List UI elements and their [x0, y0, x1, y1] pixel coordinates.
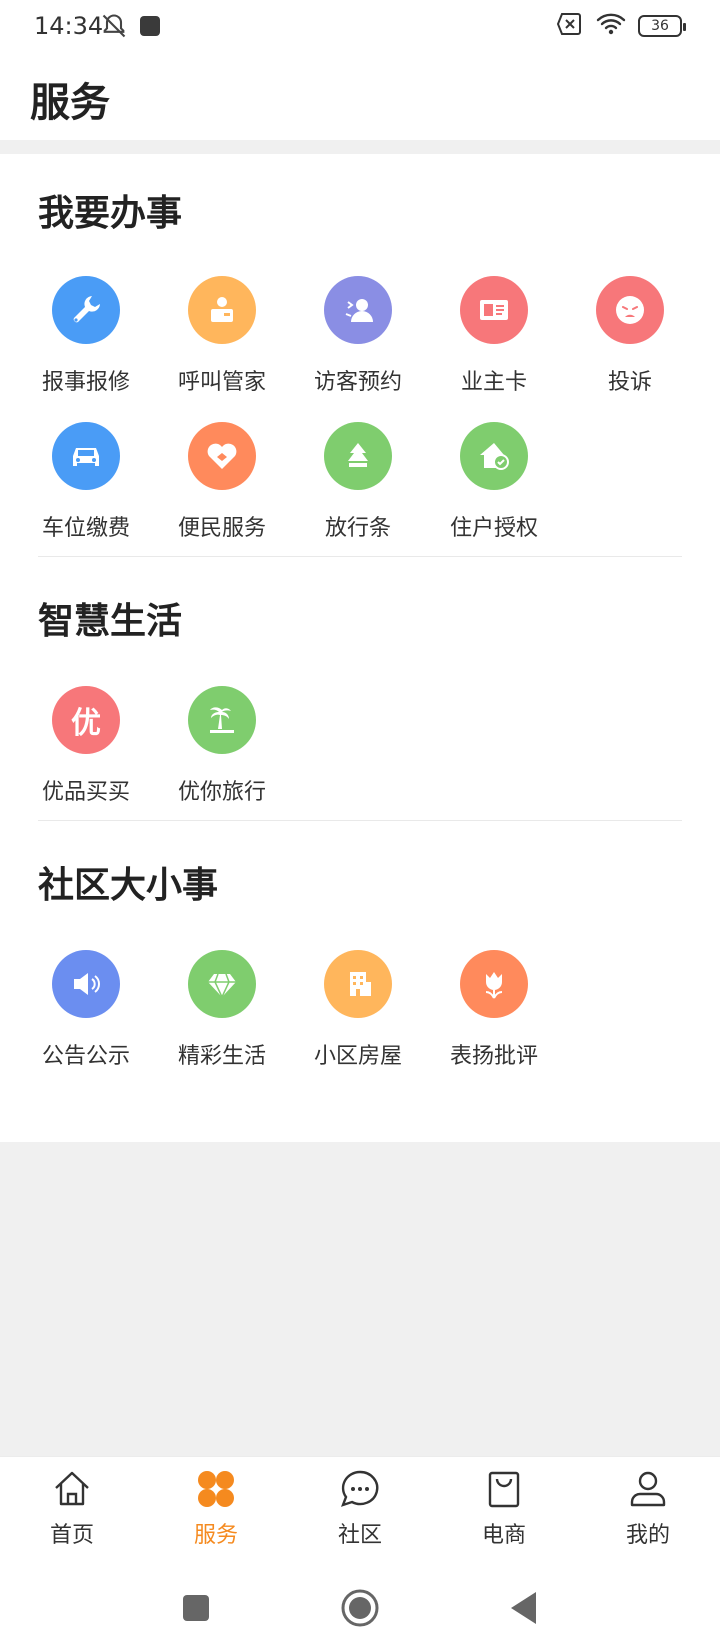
services-grid-icon	[194, 1467, 238, 1511]
tile-resident-authorization[interactable]: 住户授权	[426, 422, 562, 552]
circle-icon	[341, 1589, 379, 1627]
section-divider	[38, 820, 682, 821]
nav-label: 首页	[49, 1523, 94, 1548]
bottom-nav: 首页 服务 社区 电商 我的	[0, 1456, 720, 1566]
id-card-icon	[460, 276, 528, 344]
tile-label: 公告公示	[41, 1044, 130, 1069]
tile-release-pass[interactable]: 放行条	[290, 422, 426, 552]
butler-icon	[188, 276, 256, 344]
building-icon	[324, 950, 392, 1018]
tile-call-butler[interactable]: 呼叫管家	[154, 276, 290, 406]
back-button[interactable]	[502, 1586, 546, 1630]
tile-label: 车位缴费	[41, 516, 130, 541]
tile-label: 呼叫管家	[177, 370, 266, 395]
tile-owner-card[interactable]: 业主卡	[426, 276, 562, 406]
nav-services[interactable]: 服务	[161, 1467, 271, 1557]
app-header: 服务	[0, 54, 720, 140]
nav-community[interactable]: 社区	[305, 1467, 415, 1557]
home-check-icon	[460, 422, 528, 490]
services-content: 我要办事 报事报修 呼叫管家 访客预约 业主卡 投诉 车位缴费 便民服务 放行条…	[0, 154, 720, 1142]
nav-label: 电商	[481, 1523, 526, 1548]
tile-complaint[interactable]: 投诉	[562, 276, 698, 406]
status-bar: 14:34 36	[0, 0, 720, 54]
tile-visitor-booking[interactable]: 访客预约	[290, 276, 426, 406]
tile-label: 优品买买	[41, 780, 130, 805]
tile-parking-fee[interactable]: 车位缴费	[18, 422, 154, 552]
tile-praise-criticism[interactable]: 表扬批评	[426, 950, 562, 1080]
tile-label: 业主卡	[460, 370, 527, 395]
status-time: 14:34	[34, 12, 104, 40]
tile-you-travel[interactable]: 优你旅行	[154, 686, 290, 816]
tile-you-shop[interactable]: 优 优品买买	[18, 686, 154, 816]
section-title: 我要办事	[38, 193, 183, 234]
pass-tree-icon	[324, 422, 392, 490]
nav-home[interactable]: 首页	[17, 1467, 127, 1557]
home-button[interactable]	[338, 1586, 382, 1630]
no-sim-icon	[556, 12, 584, 40]
tile-label: 优你旅行	[177, 780, 266, 805]
tile-wonderful-life[interactable]: 精彩生活	[154, 950, 290, 1080]
tile-report-repair[interactable]: 报事报修	[18, 276, 154, 406]
wrench-icon	[52, 276, 120, 344]
home-icon	[50, 1467, 94, 1511]
section-title: 社区大小事	[38, 865, 219, 906]
tile-label: 住户授权	[449, 516, 538, 541]
page-title: 服务	[30, 80, 110, 126]
speaker-icon	[52, 950, 120, 1018]
tile-label: 表扬批评	[449, 1044, 538, 1069]
diamond-icon	[188, 950, 256, 1018]
triangle-back-icon	[511, 1592, 536, 1624]
tile-announcements[interactable]: 公告公示	[18, 950, 154, 1080]
complaint-face-icon	[596, 276, 664, 344]
section-title: 智慧生活	[38, 601, 183, 642]
nav-profile[interactable]: 我的	[593, 1467, 703, 1557]
tulip-icon	[460, 950, 528, 1018]
status-left-icons	[100, 12, 162, 44]
bell-off-icon	[100, 12, 128, 44]
tile-label: 访客预约	[313, 370, 402, 395]
heart-service-icon	[188, 422, 256, 490]
shopping-bag-icon	[482, 1467, 526, 1511]
system-nav-bar	[0, 1566, 720, 1650]
palm-travel-icon	[188, 686, 256, 754]
tile-convenience-service[interactable]: 便民服务	[154, 422, 290, 552]
tile-label: 便民服务	[177, 516, 266, 541]
tile-label: 放行条	[324, 516, 391, 541]
recent-apps-button[interactable]	[174, 1586, 218, 1630]
tile-label: 报事报修	[41, 370, 130, 395]
nav-label: 社区	[337, 1523, 382, 1548]
nav-ecommerce[interactable]: 电商	[449, 1467, 559, 1557]
status-right-icons: 36	[556, 12, 686, 40]
tile-label: 精彩生活	[177, 1044, 266, 1069]
tile-label: 小区房屋	[313, 1044, 402, 1069]
nav-label: 我的	[625, 1523, 670, 1548]
profile-icon	[626, 1467, 670, 1511]
wifi-icon	[596, 12, 626, 40]
nav-label: 服务	[193, 1523, 238, 1548]
tile-community-housing[interactable]: 小区房屋	[290, 950, 426, 1080]
chat-bubble-icon	[338, 1467, 382, 1511]
square-icon	[183, 1595, 209, 1621]
you-shop-icon: 优	[52, 686, 120, 754]
battery-icon: 36	[638, 15, 686, 37]
you-glyph: 优	[71, 706, 101, 741]
car-icon	[52, 422, 120, 490]
tile-label: 投诉	[607, 370, 652, 395]
notification-square-icon	[138, 14, 162, 42]
section-divider	[38, 556, 682, 557]
visitor-icon	[324, 276, 392, 344]
